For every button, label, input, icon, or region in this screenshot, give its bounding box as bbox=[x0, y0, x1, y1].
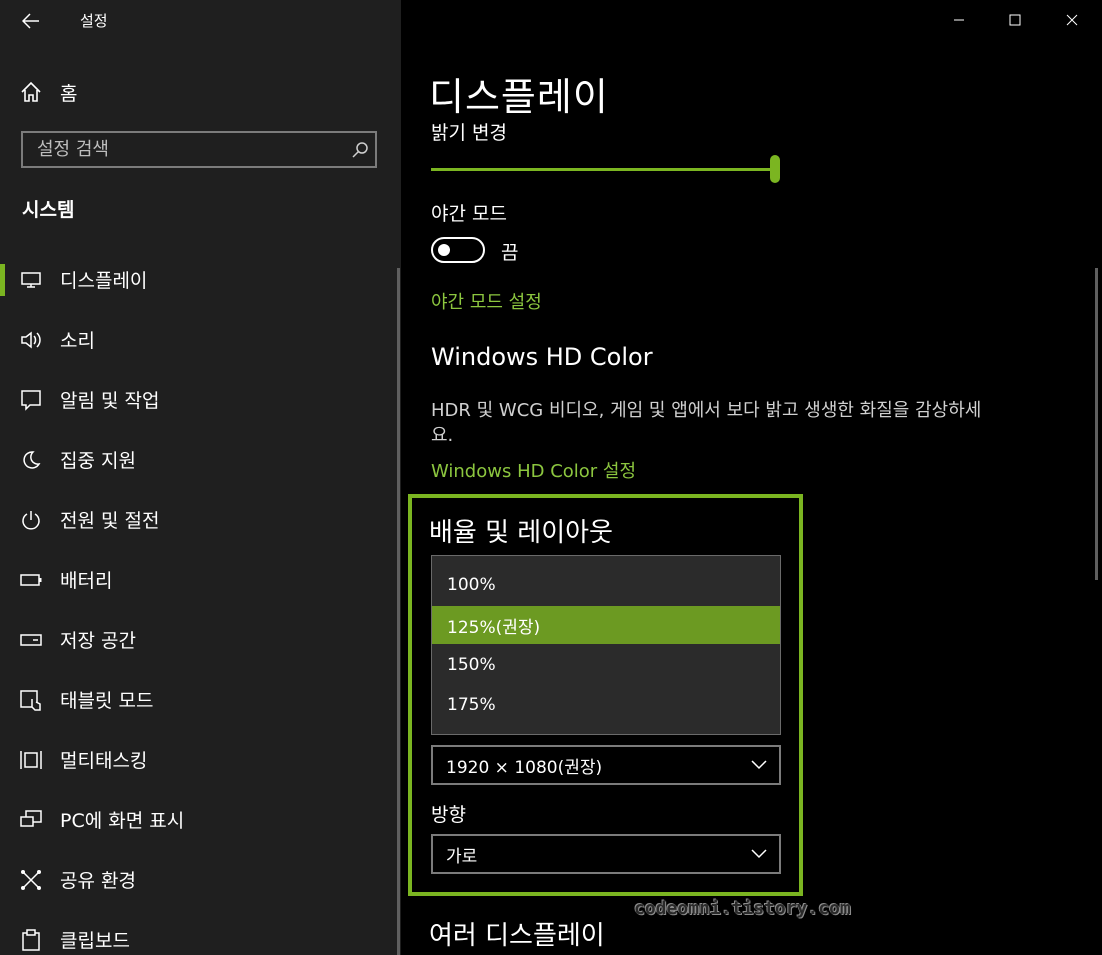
search-icon[interactable] bbox=[345, 135, 375, 165]
minimize-button[interactable] bbox=[936, 5, 982, 35]
sidebar-item-clipboard[interactable]: 클립보드 bbox=[0, 910, 395, 955]
sidebar-item-label: PC에 화면 표시 bbox=[60, 810, 185, 832]
close-button[interactable] bbox=[1049, 5, 1095, 35]
monitor-icon bbox=[20, 269, 42, 291]
app-title: 설정 bbox=[80, 12, 108, 30]
resolution-value: 1920 × 1080(권장) bbox=[446, 757, 603, 778]
sidebar-item-display[interactable]: 디스플레이 bbox=[0, 250, 395, 310]
sidebar-item-battery[interactable]: 배터리 bbox=[0, 550, 395, 610]
scale-option-150[interactable]: 150% bbox=[432, 646, 780, 684]
tablet-icon bbox=[20, 689, 42, 711]
toggle-knob bbox=[438, 244, 450, 256]
maximize-button[interactable] bbox=[992, 5, 1038, 35]
sidebar-item-tablet-mode[interactable]: 태블릿 모드 bbox=[0, 670, 395, 730]
main-content: 디스플레이 밝기 변경 야간 모드 끔 야간 모드 설정 Windows HD … bbox=[401, 0, 1102, 955]
sidebar-item-label: 멀티태스킹 bbox=[60, 750, 148, 772]
hd-color-title: Windows HD Color bbox=[431, 343, 653, 371]
share-icon bbox=[20, 869, 42, 891]
minimize-icon bbox=[954, 19, 964, 21]
sidebar-item-focus-assist[interactable]: 집중 지원 bbox=[0, 430, 395, 490]
sidebar-item-label: 저장 공간 bbox=[60, 630, 136, 652]
orientation-label: 방향 bbox=[431, 804, 466, 826]
hd-color-description: HDR 및 WCG 비디오, 게임 및 앱에서 보다 밝고 생생한 화질을 감상… bbox=[431, 400, 982, 446]
main-scrollbar[interactable] bbox=[1095, 268, 1098, 580]
sidebar-item-label: 디스플레이 bbox=[60, 270, 148, 292]
home-nav-item[interactable]: 홈 bbox=[20, 78, 77, 106]
sidebar-item-label: 집중 지원 bbox=[60, 450, 136, 472]
sidebar-item-share[interactable]: 공유 환경 bbox=[0, 850, 395, 910]
sidebar-item-storage[interactable]: 저장 공간 bbox=[0, 610, 395, 670]
scale-dropdown-list[interactable]: 100% 125%(권장) 150% 175% bbox=[431, 555, 781, 735]
maximize-icon bbox=[1009, 14, 1021, 26]
night-mode-settings-link[interactable]: 야간 모드 설정 bbox=[431, 288, 542, 314]
back-button[interactable] bbox=[14, 6, 48, 36]
search-box[interactable] bbox=[21, 131, 377, 168]
scale-option-125[interactable]: 125%(권장) bbox=[432, 606, 780, 644]
night-mode-label: 야간 모드 bbox=[431, 203, 507, 225]
chevron-down-icon bbox=[739, 747, 779, 783]
back-arrow-icon bbox=[22, 13, 39, 29]
chevron-down-icon bbox=[739, 836, 779, 872]
sidebar: 설정 홈 시스템 디스플레이 소리 알림 및 작업 bbox=[0, 0, 401, 955]
sidebar-item-label: 배터리 bbox=[60, 570, 113, 592]
storage-icon bbox=[20, 629, 42, 651]
sidebar-item-label: 태블릿 모드 bbox=[60, 690, 154, 712]
sidebar-item-project[interactable]: PC에 화면 표시 bbox=[0, 790, 395, 850]
brightness-slider-thumb[interactable] bbox=[770, 155, 780, 183]
section-heading: 시스템 bbox=[22, 199, 75, 221]
close-icon bbox=[1066, 14, 1078, 26]
multitasking-icon bbox=[20, 749, 42, 771]
orientation-select[interactable]: 가로 bbox=[431, 834, 781, 874]
project-icon bbox=[20, 809, 42, 831]
clipboard-icon bbox=[20, 929, 42, 951]
sidebar-item-power[interactable]: 전원 및 절전 bbox=[0, 490, 395, 550]
resolution-select[interactable]: 1920 × 1080(권장) bbox=[431, 745, 781, 785]
sidebar-item-notifications[interactable]: 알림 및 작업 bbox=[0, 370, 395, 430]
sidebar-item-label: 클립보드 bbox=[60, 930, 130, 952]
home-label: 홈 bbox=[60, 82, 78, 105]
brightness-slider-track[interactable] bbox=[431, 168, 777, 171]
speaker-icon bbox=[20, 329, 42, 351]
sidebar-item-sound[interactable]: 소리 bbox=[0, 310, 395, 370]
sidebar-scrollbar[interactable] bbox=[397, 268, 400, 955]
night-mode-toggle[interactable] bbox=[431, 237, 485, 263]
sidebar-item-label: 전원 및 절전 bbox=[60, 510, 160, 532]
brightness-label: 밝기 변경 bbox=[431, 122, 507, 144]
home-icon bbox=[21, 81, 41, 102]
scale-option-175[interactable]: 175% bbox=[432, 686, 780, 724]
search-input[interactable] bbox=[23, 138, 345, 161]
orientation-value: 가로 bbox=[446, 846, 478, 867]
scale-layout-title: 배율 및 레이아웃 bbox=[429, 518, 613, 548]
power-icon bbox=[20, 509, 42, 531]
night-mode-state: 끔 bbox=[501, 242, 519, 264]
notification-icon bbox=[20, 389, 42, 411]
sidebar-item-label: 알림 및 작업 bbox=[60, 390, 160, 412]
multi-display-title: 여러 디스플레이 bbox=[429, 921, 605, 951]
moon-icon bbox=[20, 449, 42, 471]
hd-color-settings-link[interactable]: Windows HD Color 설정 bbox=[431, 457, 636, 483]
battery-icon bbox=[20, 569, 42, 591]
sidebar-item-label: 소리 bbox=[60, 330, 95, 352]
sidebar-item-label: 공유 환경 bbox=[60, 870, 136, 892]
sidebar-item-multitasking[interactable]: 멀티태스킹 bbox=[0, 730, 395, 790]
scale-option-100[interactable]: 100% bbox=[432, 566, 780, 604]
page-title: 디스플레이 bbox=[429, 75, 609, 119]
watermark: codeomni.tistory.com bbox=[634, 898, 851, 919]
